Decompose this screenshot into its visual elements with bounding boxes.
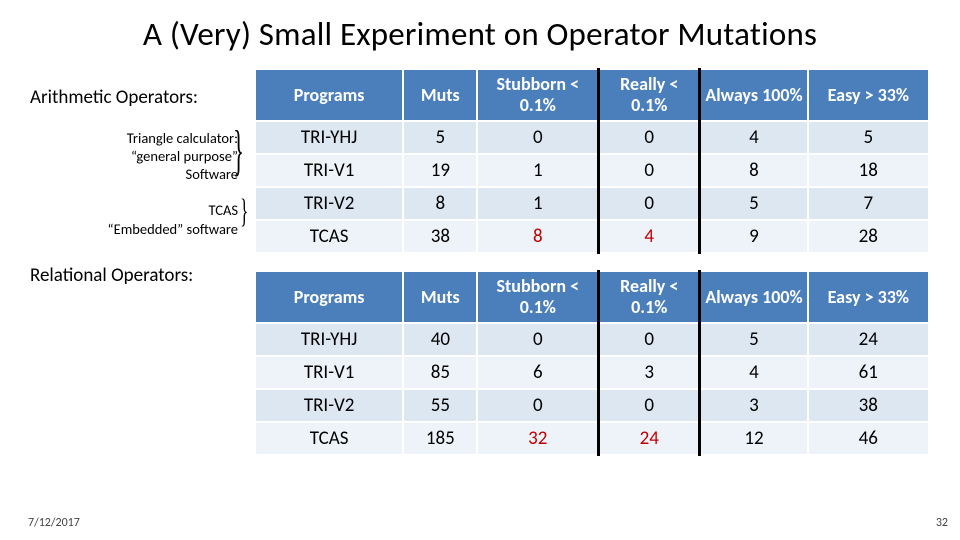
th-always: Always 100% [700,69,808,121]
table-arithmetic: Programs Muts Stubborn < 0.1% Really < 0… [254,68,930,254]
table-row: TRI-YHJ50045 [255,121,929,154]
table-cell: TRI-YHJ [255,121,403,154]
table-cell: 0 [599,389,700,422]
table-cell: 5 [700,187,808,220]
table-cell: 24 [599,422,700,455]
table-cell: 0 [599,154,700,187]
note-line: “general purpose” [30,147,238,165]
table-cell: 5 [700,323,808,356]
table-cell: 0 [599,323,700,356]
table-cell: TRI-V2 [255,187,403,220]
table-cell: 0 [477,323,598,356]
th-programs: Programs [255,271,403,323]
table-cell: 8 [403,187,477,220]
footer-slide-number: 32 [936,516,948,530]
table-cell: 0 [477,389,598,422]
table-cell: 9 [700,220,808,253]
table-cell: 24 [808,323,929,356]
table-cell: 5 [403,121,477,154]
table-cell: 85 [403,356,477,389]
table-row: TRI-V11910818 [255,154,929,187]
table-cell: TRI-V1 [255,154,403,187]
note-triangle: } Triangle calculator: “general purpose”… [30,129,238,183]
table-relational: Programs Muts Stubborn < 0.1% Really < 0… [254,270,930,456]
th-easy: Easy > 33% [808,271,929,323]
label-arithmetic: Arithmetic Operators: [30,86,248,109]
table-cell: 38 [403,220,477,253]
th-always: Always 100% [700,271,808,323]
table-row: TRI-V281057 [255,187,929,220]
table-row: TRI-V18563461 [255,356,929,389]
table-header-row: Programs Muts Stubborn < 0.1% Really < 0… [255,69,929,121]
note-tcas: } TCAS “Embedded” software [30,201,238,237]
table-cell: 28 [808,220,929,253]
table-cell: TCAS [255,220,403,253]
table-row: TCAS3884928 [255,220,929,253]
content-area: Arithmetic Operators: } Triangle calcula… [30,68,930,456]
table-row: TCAS18532241246 [255,422,929,455]
table-cell: 185 [403,422,477,455]
table-cell: 1 [477,187,598,220]
table-cell: 1 [477,154,598,187]
table-cell: 32 [477,422,598,455]
table-cell: 40 [403,323,477,356]
tables-area: Programs Muts Stubborn < 0.1% Really < 0… [254,68,930,456]
note-line: Software [30,165,238,183]
table-cell: 61 [808,356,929,389]
note-line: TCAS [30,201,238,219]
table-cell: 6 [477,356,598,389]
table-cell: 38 [808,389,929,422]
th-programs: Programs [255,69,403,121]
table-cell: 46 [808,422,929,455]
slide: A (Very) Small Experiment on Operator Mu… [0,0,960,540]
table-cell: 7 [808,187,929,220]
table-cell: TCAS [255,422,403,455]
table-cell: 5 [808,121,929,154]
th-easy: Easy > 33% [808,69,929,121]
left-column: Arithmetic Operators: } Triangle calcula… [30,68,248,456]
table-row: TRI-V25500338 [255,389,929,422]
table-cell: 0 [599,121,700,154]
table-cell: 18 [808,154,929,187]
slide-title: A (Very) Small Experiment on Operator Mu… [30,14,930,54]
note-line: “Embedded” software [30,220,238,238]
brace-icon: } [233,129,244,174]
table-cell: TRI-V2 [255,389,403,422]
th-really: Really < 0.1% [599,69,700,121]
table-cell: 55 [403,389,477,422]
table-header-row: Programs Muts Stubborn < 0.1% Really < 0… [255,271,929,323]
table-cell: 3 [700,389,808,422]
th-muts: Muts [403,69,477,121]
table-cell: TRI-V1 [255,356,403,389]
table-cell: 3 [599,356,700,389]
table-cell: 0 [477,121,598,154]
label-relational: Relational Operators: [30,264,248,287]
table-cell: 4 [700,356,808,389]
table-cell: 19 [403,154,477,187]
th-stubborn: Stubborn < 0.1% [477,271,598,323]
brace-icon: } [240,195,248,229]
table-row: TRI-YHJ4000524 [255,323,929,356]
table-cell: 4 [700,121,808,154]
th-muts: Muts [403,271,477,323]
table-cell: 0 [599,187,700,220]
note-line: Triangle calculator: [30,129,238,147]
table-cell: 8 [477,220,598,253]
th-really: Really < 0.1% [599,271,700,323]
footer-date: 7/12/2017 [28,516,80,530]
table-cell: TRI-YHJ [255,323,403,356]
th-stubborn: Stubborn < 0.1% [477,69,598,121]
table-cell: 12 [700,422,808,455]
table-cell: 4 [599,220,700,253]
table-cell: 8 [700,154,808,187]
